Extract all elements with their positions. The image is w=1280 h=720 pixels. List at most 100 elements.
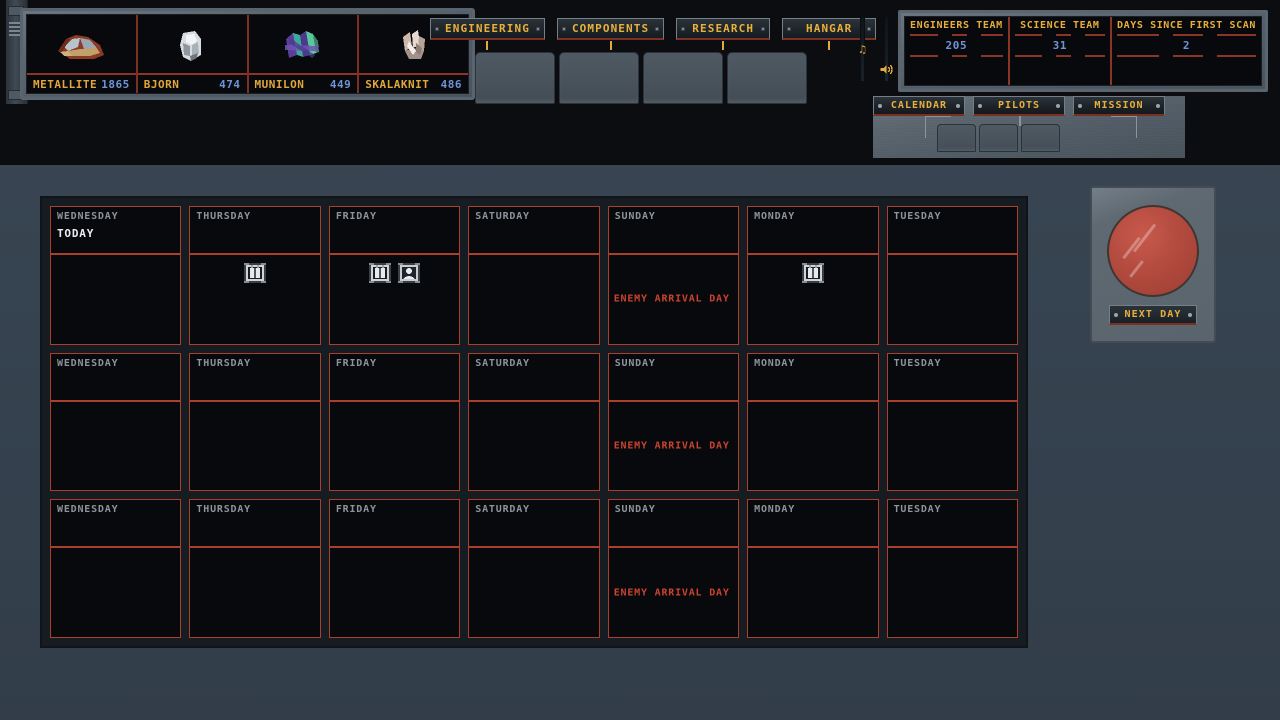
screw-icon [681,27,686,31]
calendar-day-name: TUESDAY [893,211,942,222]
sub-tab-label: PILOTS [997,100,1041,111]
calendar-day-cell[interactable]: FRIDAY [328,206,461,345]
stat-value: 205 [945,39,968,52]
calendar-day-cell[interactable]: WEDNESDAY TODAY [50,206,182,345]
calendar-day-name: WEDNESDAY [57,357,119,369]
calendar-day-cell[interactable]: SUNDAY ENEMY ARRIVAL DAY [607,352,740,492]
calendar-day-body: ENEMY ARRIVAL DAY [609,255,738,344]
calendar-day-cell[interactable]: WEDNESDAY [50,352,182,492]
calendar-day-cell[interactable]: THURSDAY [189,206,321,345]
stat-engineers-team: ENGINEERS TEAM 205 [905,17,1010,85]
speaker-icon[interactable] [878,61,895,78]
calendar-day-body: ENEMY ARRIVAL DAY [609,402,738,491]
calendar-day-cell[interactable]: THURSDAY [189,499,321,638]
sub-body-mission[interactable] [1021,124,1060,152]
sub-tab-label: MISSION [1094,100,1144,111]
calendar-day-cell[interactable]: MONDAY [747,206,879,345]
tab-body-engineering[interactable] [475,52,555,104]
calendar-day-cell[interactable]: WEDNESDAY [50,499,182,638]
tab-engineering[interactable]: ENGINEERING [430,18,545,50]
calendar-day-cell[interactable]: THURSDAY [189,352,321,492]
music-note-icon[interactable]: ♫ [854,41,871,58]
tab-body-research[interactable] [643,52,723,104]
screw-icon [978,104,982,108]
tab-components[interactable]: COMPONENTS [556,18,665,50]
secondary-tab-bodies [937,124,1060,152]
calendar-day-body [51,255,180,344]
calendar-day-name: SUNDAY [614,504,656,516]
secondary-navigation-panel: CALENDAR PILOTS MISSION [873,96,1185,158]
calendar-day-name: THURSDAY [196,211,251,222]
tab-body-components[interactable] [559,52,639,104]
calendar-day-name: FRIDAY [335,504,377,516]
stat-title: ENGINEERS TEAM [910,20,1003,31]
stat-value: 2 [1182,39,1191,52]
cargo-crate-icon[interactable] [242,259,268,287]
cargo-crate-icon[interactable] [367,259,393,287]
stat-title: SCIENCE TEAM [1020,20,1100,31]
calendar-day-header: TUESDAY [887,500,1017,549]
calendar-day-header: THURSDAY [190,500,320,549]
sub-body-calendar[interactable] [937,124,976,152]
tab-research[interactable]: RESEARCH [676,18,771,50]
sub-tab-label: CALENDAR [890,100,948,111]
calendar-day-header: FRIDAY [329,207,460,255]
music-slider-track[interactable]: ♫ [859,16,866,82]
calendar-day-body [888,255,1017,344]
screw-icon [956,104,960,108]
calendar-day-cell[interactable]: SUNDAY ENEMY ARRIVAL DAY [607,206,740,345]
calendar-day-cell[interactable]: SATURDAY [468,206,600,345]
next-day-label: NEXT DAY [1124,308,1182,320]
sub-body-pilots[interactable] [979,124,1018,152]
tab-label: RESEARCH [692,22,755,35]
calendar-day-body [888,548,1017,637]
calendar-day-cell[interactable]: TUESDAY [886,206,1018,345]
cargo-crate-icon[interactable] [800,259,826,287]
calendar-day-cell[interactable]: TUESDAY [886,499,1018,638]
calendar-day-header: TUESDAY [887,354,1017,402]
calendar-day-name: MONDAY [754,211,796,222]
pilot-portrait-icon[interactable] [396,259,422,287]
calendar-day-header: FRIDAY [329,500,460,549]
top-hud-bar: METALLITE 1865 BJORN 474 MUNILON 449 SKA… [0,0,1280,165]
resource-footer: BJORN 474 [137,73,247,93]
calendar-event-row [748,259,877,287]
calendar-day-header: THURSDAY [190,354,320,402]
calendar-day-cell[interactable]: FRIDAY [328,352,461,492]
calendar-day-body [469,402,598,491]
stat-science-team: SCIENCE TEAM 31 [1010,17,1112,85]
calendar-day-cell[interactable]: MONDAY [747,352,879,492]
resource-item-bjorn[interactable]: BJORN 474 [137,15,249,93]
tab-body-hangar[interactable] [727,52,807,104]
next-day-label-plate[interactable]: NEXT DAY [1109,304,1197,325]
calendar-day-cell[interactable]: TUESDAY [886,352,1018,492]
calendar-day-body [330,402,459,491]
tab-label: COMPONENTS [571,22,650,35]
calendar-day-cell[interactable]: MONDAY [747,499,879,638]
calendar-day-cell[interactable]: SATURDAY [468,499,600,638]
screw-icon [561,27,566,31]
tab-calendar[interactable]: CALENDAR [873,96,965,116]
resource-item-munilon[interactable]: MUNILON 449 [248,15,360,93]
calendar-day-header: FRIDAY [329,354,460,402]
calendar-day-cell[interactable]: SUNDAY ENEMY ARRIVAL DAY [607,499,740,638]
tab-pilots[interactable]: PILOTS [973,96,1065,116]
calendar-day-body [51,548,180,637]
calendar-day-cell[interactable]: SATURDAY [468,352,600,492]
calendar-today-marker: TODAY [57,227,95,240]
screw-icon [1188,312,1192,317]
sound-slider-track[interactable] [880,16,893,82]
calendar-day-header: SATURDAY [469,500,599,549]
screw-icon [1078,104,1082,108]
next-day-button[interactable] [1107,204,1199,297]
tab-mission[interactable]: MISSION [1073,96,1165,116]
calendar-day-cell[interactable]: FRIDAY [328,499,461,638]
resource-item-metallite[interactable]: METALLITE 1865 [27,15,138,93]
resource-value: 449 [329,77,352,91]
stat-divider [1014,34,1105,36]
tab-connector [722,41,725,50]
calendar-day-name: WEDNESDAY [57,211,119,222]
resource-list: METALLITE 1865 BJORN 474 MUNILON 449 SKA… [26,14,469,94]
resource-value: 474 [219,77,241,91]
calendar-day-header: THURSDAY [190,207,320,255]
